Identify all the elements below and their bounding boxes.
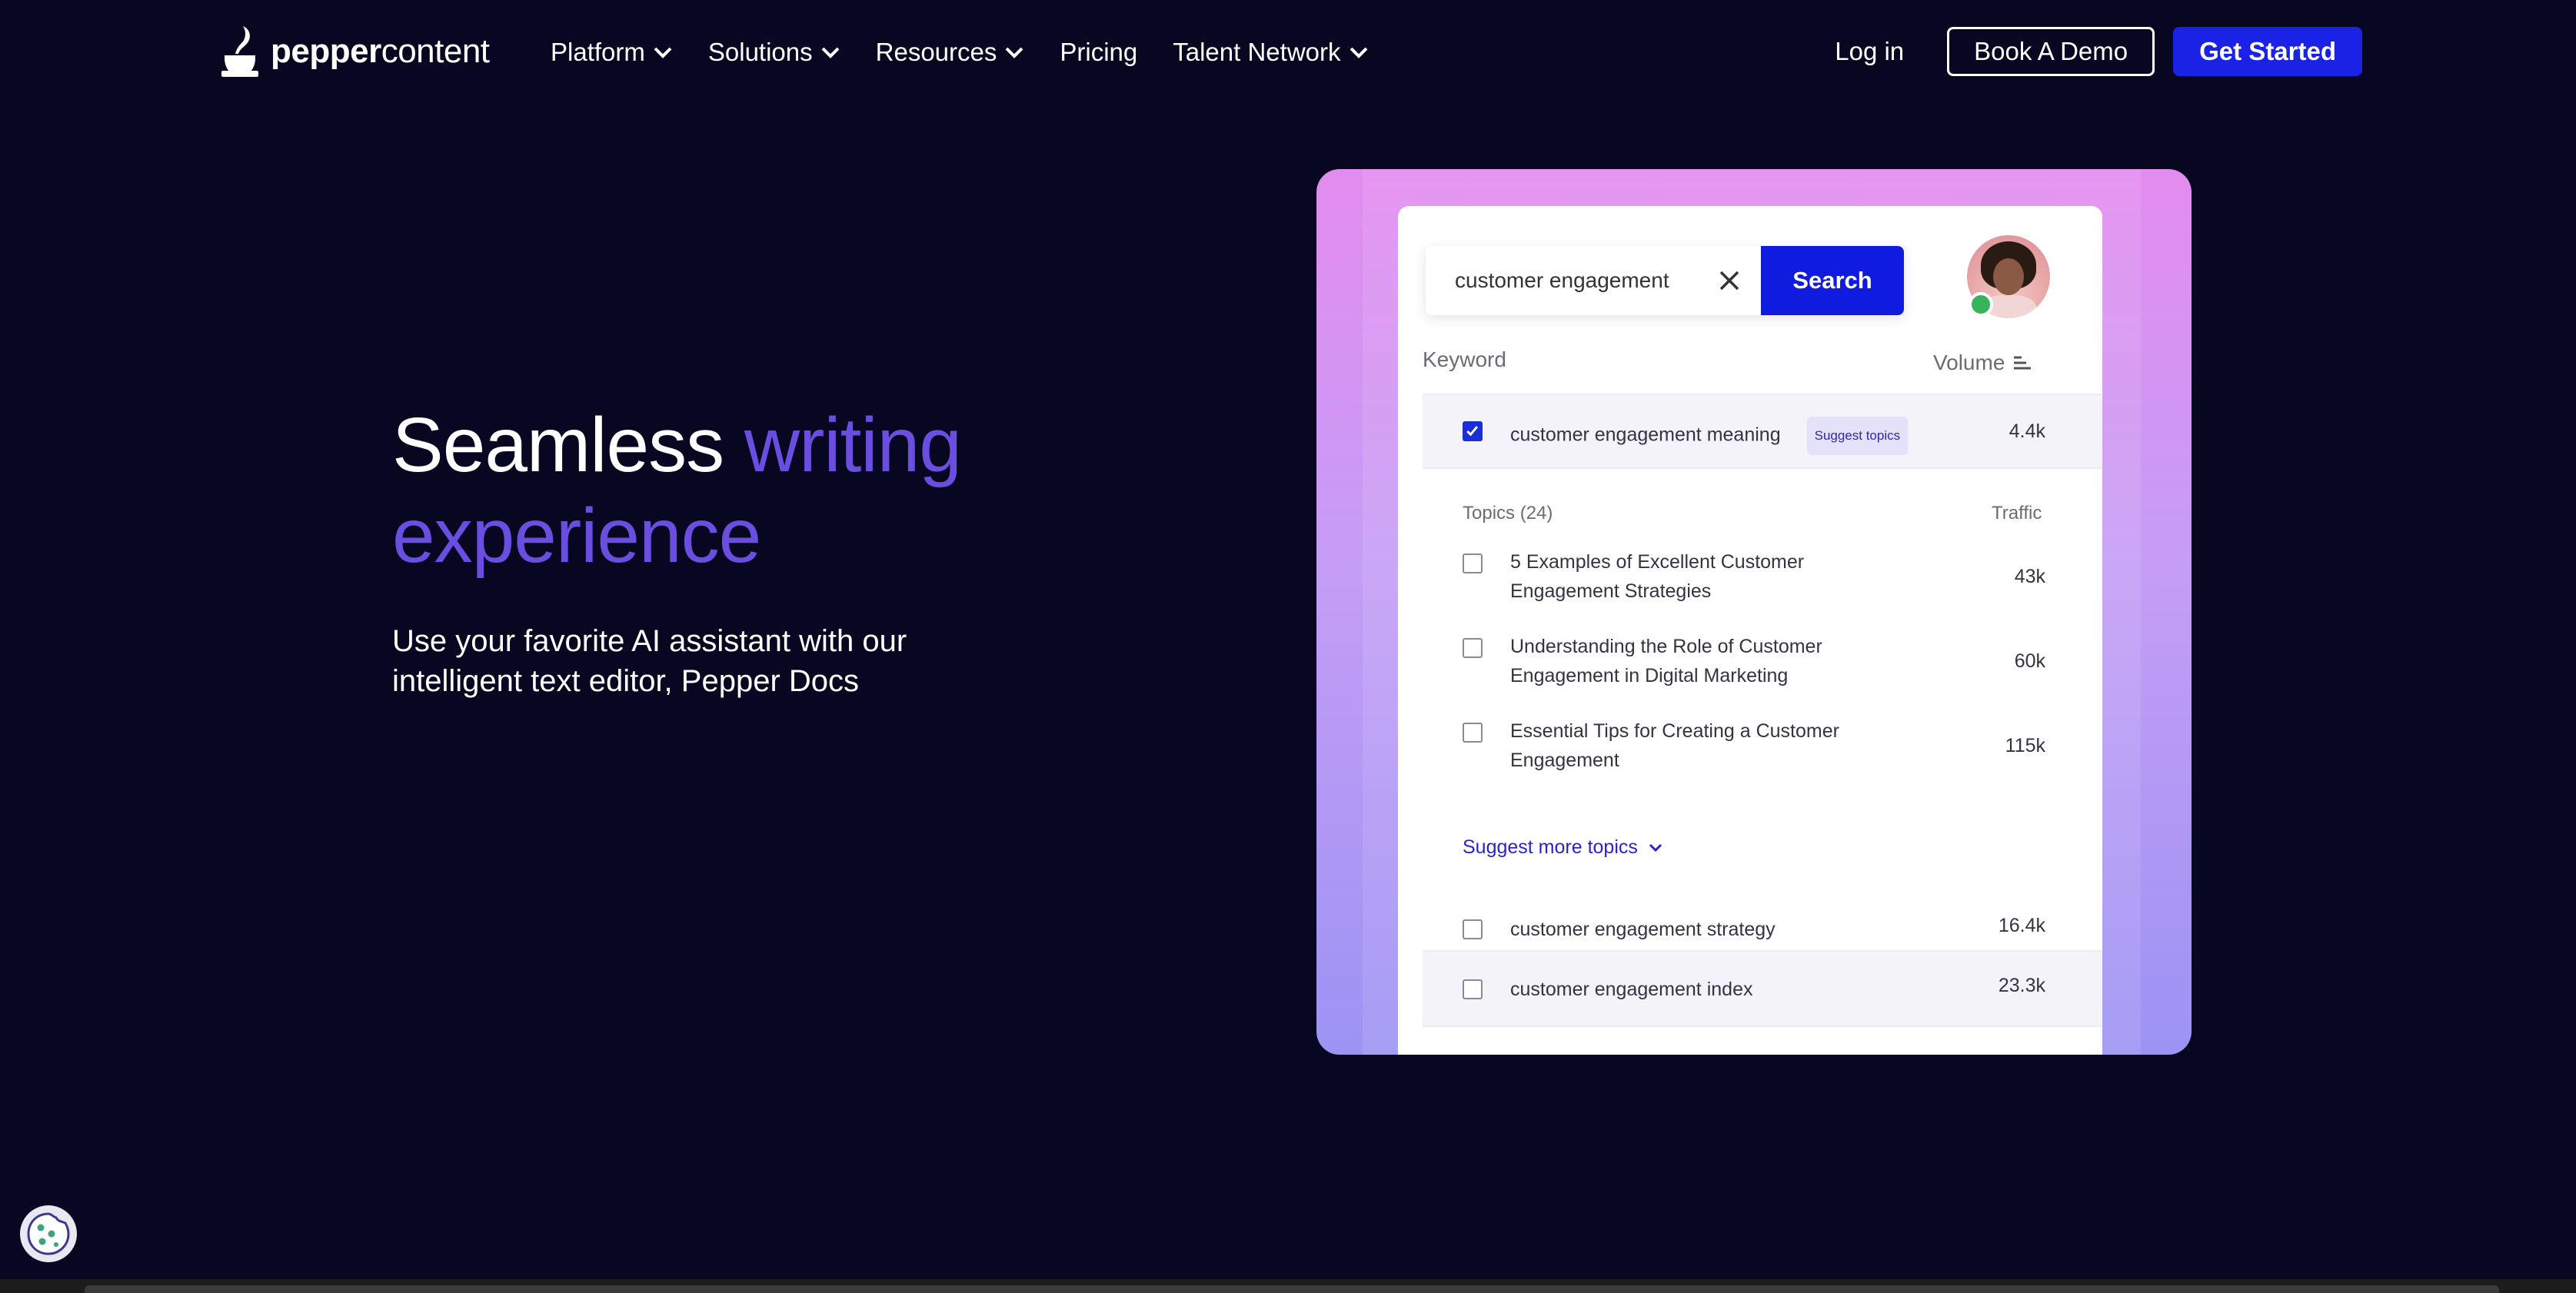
keyword-volume: 4.4k [2009,420,2045,442]
keyword-volume: 23.3k [1998,975,2045,996]
topic-line: Engagement Strategies [1510,580,1712,602]
login-link[interactable]: Log in [1835,37,1904,66]
keyword-row[interactable]: customer engagement index 23.3k [1423,950,2102,1027]
keyword-row-selected[interactable]: customer engagement meaning Suggest topic… [1423,394,2102,469]
nav-item-label: Resources [875,38,997,66]
keyword-label: customer engagement index [1510,979,1753,1000]
topic-label: Essential Tips for Creating a Customer E… [1510,716,1839,775]
brand-name-bold: pepper [271,32,381,70]
topic-traffic: 60k [2014,650,2045,672]
pepper-logo-icon [221,26,258,77]
topic-line: 5 Examples of Excellent Customer [1510,551,1805,573]
topic-line: Understanding the Role of Customer [1510,636,1822,657]
nav-item-resources[interactable]: Resources [876,38,1025,67]
nav-item-label: Talent Network [1173,38,1341,66]
online-status-dot [1969,292,1993,317]
get-started-button[interactable]: Get Started [2173,27,2362,76]
topic-line: Engagement [1510,750,1619,771]
nav-item-solutions[interactable]: Solutions [708,38,840,67]
chevron-down-icon [821,47,840,58]
keyword-label: customer engagement strategy [1510,919,1776,940]
checkbox-checked[interactable] [1463,421,1483,441]
traffic-header: Traffic [1992,503,2042,524]
horizontal-scrollbar[interactable] [85,1285,2499,1293]
chevron-down-icon [1649,843,1662,852]
window-bottom-edge [0,1279,2576,1293]
topic-line: Engagement in Digital Marketing [1510,665,1789,686]
suggest-more-label: Suggest more topics [1463,836,1638,858]
hero-title: Seamless writing experience [392,400,1038,581]
search-button[interactable]: Search [1761,246,1904,315]
keyword-research-card: customer engagement Search Keyword Volum… [1398,206,2102,1055]
chevron-down-icon [1350,47,1367,58]
cookie-settings-button[interactable] [20,1205,77,1262]
sort-icon [2014,356,2032,370]
keyword-label: customer engagement meaning Suggest topic… [1510,417,1909,455]
topic-row[interactable]: Understanding the Role of Customer Engag… [1423,632,2102,698]
brand-wordmark: peppercontent [271,32,490,71]
topics-header: Topics (24) [1463,503,1553,524]
cookie-icon [27,1212,70,1255]
checkbox[interactable] [1463,723,1483,743]
brand-logo[interactable]: peppercontent [220,17,490,86]
topic-traffic: 43k [2014,566,2045,587]
suggest-topics-badge[interactable]: Suggest topics [1806,417,1909,455]
search-input[interactable]: customer engagement [1426,268,1718,293]
chevron-down-icon [654,47,672,58]
search-bar: customer engagement Search [1426,246,1904,315]
hero-title-plain: Seamless [392,402,744,488]
nav-item-pricing[interactable]: Pricing [1060,38,1137,67]
checkbox[interactable] [1463,919,1483,939]
nav-links: Platform Solutions Resources Pricing Tal… [551,31,1404,74]
nav-item-platform[interactable]: Platform [551,38,673,67]
checkbox[interactable] [1463,553,1483,573]
top-navigation: peppercontent Platform Solutions Resourc… [0,0,2576,103]
suggest-more-topics-link[interactable]: Suggest more topics [1463,836,1662,859]
checkmark-icon [1466,426,1479,437]
book-demo-button[interactable]: Book A Demo [1947,27,2155,76]
checkbox[interactable] [1463,979,1483,999]
topic-line: Essential Tips for Creating a Customer [1510,720,1839,742]
nav-item-label: Pricing [1060,38,1138,66]
nav-item-talent-network[interactable]: Talent Network [1173,38,1368,67]
checkbox[interactable] [1463,638,1483,658]
column-header-keyword: Keyword [1423,347,1506,371]
hero-subtitle: Use your favorite AI assistant with our … [392,624,907,698]
nav-item-label: Solutions [707,38,813,66]
hero-title-accent: experience [392,493,761,579]
hero-title-accent: writing [744,402,962,488]
nav-actions: Log in Book A Demo Get Started [1835,26,2362,77]
keyword-text: customer engagement meaning [1510,424,1781,446]
topic-traffic: 115k [2005,735,2045,756]
product-preview: customer engagement Search Keyword Volum… [1316,169,2192,1055]
topic-label: Understanding the Role of Customer Engag… [1510,632,1822,690]
nav-item-label: Platform [551,38,645,66]
column-header-label: Volume [1933,351,2005,374]
topic-row[interactable]: 5 Examples of Excellent Customer Engagem… [1423,547,2102,613]
brand-name-light: content [381,32,490,70]
column-header-volume[interactable]: Volume [1933,351,2032,375]
chevron-down-icon [1005,47,1023,58]
topic-row[interactable]: Essential Tips for Creating a Customer E… [1423,716,2102,783]
topic-label: 5 Examples of Excellent Customer Engagem… [1510,547,1804,606]
hero-section: Seamless writing experience Use your favo… [392,400,1038,701]
close-icon[interactable] [1718,269,1741,292]
keyword-volume: 16.4k [1998,915,2045,936]
